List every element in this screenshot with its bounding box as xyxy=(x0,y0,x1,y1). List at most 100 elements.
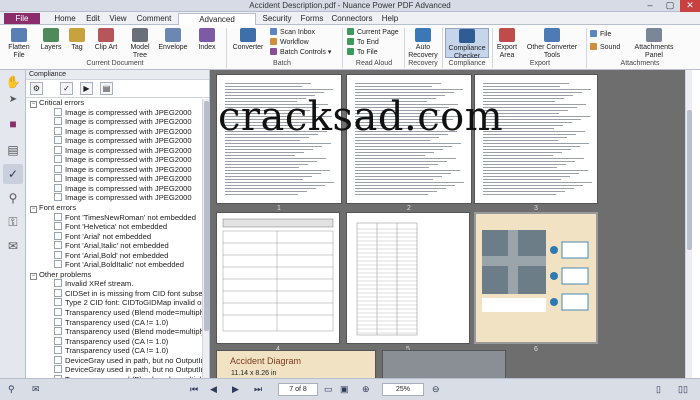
tab-forms[interactable]: Forms xyxy=(298,13,326,25)
pages-icon[interactable]: ▤ xyxy=(3,140,23,160)
accident-report-form xyxy=(222,218,334,332)
attach-file-button[interactable]: File xyxy=(590,30,611,39)
two-page-view-icon[interactable]: ▯▯ xyxy=(678,384,688,395)
batch-controls-button[interactable]: Batch Controls ▾ xyxy=(270,48,331,57)
tree-item[interactable]: Font 'Arial,Italic' not embedded xyxy=(26,241,209,251)
layers-button[interactable]: Layers xyxy=(38,28,64,52)
first-page-icon[interactable]: ⏮ xyxy=(190,384,198,395)
signature-icon[interactable]: ✉ xyxy=(3,236,23,256)
page-thumbnail[interactable] xyxy=(216,212,340,344)
single-page-view-icon[interactable]: ▯ xyxy=(656,384,661,395)
tree-item[interactable]: Image is compressed with JPEG2000 xyxy=(26,117,209,127)
tab-comment[interactable]: Comment xyxy=(134,13,174,25)
zoom-field[interactable]: 25% xyxy=(382,383,424,396)
maximize-button[interactable]: ▢ xyxy=(660,0,680,12)
flatten-file-button[interactable]: Flatten File xyxy=(6,28,32,60)
tree-item[interactable]: DeviceGray used in path, but no OutputIn… xyxy=(26,355,209,366)
tree-item[interactable]: Transparency used (CA != 1.0) xyxy=(26,346,209,356)
page-number: 3 xyxy=(534,205,538,212)
attachments-panel-button[interactable]: Attachments Panel xyxy=(632,28,676,60)
fit-width-icon[interactable]: ▣ xyxy=(340,384,349,395)
page-thumbnail-selected[interactable] xyxy=(474,212,598,344)
check-icon[interactable]: ✓ xyxy=(60,82,73,95)
tree-item[interactable]: Image is compressed with JPEG2000 xyxy=(26,183,209,194)
tree-item[interactable]: Image is compressed with JPEG2000 xyxy=(26,107,209,118)
panel-scroll-thumb[interactable] xyxy=(204,101,209,331)
compliance-check-icon[interactable]: ✓ xyxy=(3,164,23,184)
workspace-scrollbar[interactable] xyxy=(685,70,692,378)
tree-item[interactable]: Image is compressed with JPEG2000 xyxy=(26,164,209,175)
tree-item[interactable]: Image is compressed with JPEG2000 xyxy=(26,126,209,137)
workspace-scroll-thumb[interactable] xyxy=(687,110,692,250)
read-current-page-button[interactable]: Current Page xyxy=(347,28,399,37)
workflow-button[interactable]: Workflow xyxy=(270,38,309,47)
page-thumbnail[interactable] xyxy=(346,212,470,344)
tree-group[interactable]: − Other problems xyxy=(26,270,209,280)
attachment-status-icon[interactable]: ⚲ xyxy=(8,384,15,395)
index-button[interactable]: Index xyxy=(196,28,218,52)
tab-home[interactable]: Home xyxy=(52,13,78,25)
tab-security[interactable]: Security xyxy=(260,13,294,25)
minimize-button[interactable]: – xyxy=(640,0,660,12)
fit-page-icon[interactable]: ▭ xyxy=(324,384,333,395)
converter-button[interactable]: Converter xyxy=(230,28,266,52)
wrench-icon[interactable]: ⚙ xyxy=(30,82,43,95)
tab-view[interactable]: View xyxy=(106,13,130,25)
tab-help[interactable]: Help xyxy=(378,13,402,25)
hand-tool-icon[interactable]: ✋ xyxy=(3,72,23,92)
tree-item[interactable]: DeviceGray used in path, but no OutputIn… xyxy=(26,365,209,375)
stamp-icon[interactable]: ⚲ xyxy=(3,188,23,208)
report-icon[interactable]: ▤ xyxy=(100,82,113,95)
tree-group[interactable]: − Critical errors xyxy=(26,98,209,108)
attachments-icon[interactable]: ⚿ xyxy=(3,212,23,232)
export-area-button[interactable]: Export Area xyxy=(495,28,519,60)
tree-item[interactable]: Font 'Helvetica' not embedded xyxy=(26,222,209,232)
tab-advanced-processing[interactable]: Advanced Processing xyxy=(178,13,256,35)
tree-item[interactable]: Font 'Arial' not embedded xyxy=(26,231,209,242)
comment-icon[interactable]: ✉ xyxy=(32,384,40,395)
scan-inbox-button[interactable]: Scan Inbox xyxy=(270,28,315,37)
select-arrow-icon[interactable]: ➤ xyxy=(3,90,23,110)
tree-item[interactable]: Font 'TimesNewRoman' not embedded xyxy=(26,212,209,223)
bookmark-icon[interactable]: ■ xyxy=(3,114,23,134)
play-icon[interactable]: ▶ xyxy=(80,82,93,95)
compliance-checker-button[interactable]: Compliance Checker xyxy=(445,28,489,60)
tree-item[interactable]: Font 'Arial,BoldItalic' not embedded xyxy=(26,260,209,270)
page-thumbnail[interactable] xyxy=(382,350,506,378)
clip-art-button[interactable]: Clip Art xyxy=(92,28,120,52)
panel-scrollbar[interactable] xyxy=(202,99,209,378)
other-converter-tools-button[interactable]: Other Converter Tools xyxy=(524,28,580,60)
last-page-icon[interactable]: ⏭ xyxy=(254,384,262,395)
zoom-in-icon[interactable]: ⊕ xyxy=(362,384,370,395)
model-tree-button[interactable]: Model Tree xyxy=(126,28,154,60)
tree-item[interactable]: Image is compressed with JPEG2000 xyxy=(26,145,209,156)
tag-button[interactable]: Tag xyxy=(66,28,88,52)
tree-item[interactable]: Transparency used (Blend mode=multiply xyxy=(26,308,209,318)
read-to-file-button[interactable]: To File xyxy=(347,48,378,57)
tab-connectors[interactable]: Connectors xyxy=(330,13,374,25)
page-number-field[interactable]: 7 of 8 xyxy=(278,383,318,396)
zoom-out-icon[interactable]: ⊖ xyxy=(432,384,440,395)
tree-item[interactable]: Font 'Arial,Bold' not embedded xyxy=(26,250,209,261)
tab-edit[interactable]: Edit xyxy=(82,13,104,25)
tree-group[interactable]: − Font errors xyxy=(26,203,209,214)
prev-page-icon[interactable]: ◀ xyxy=(210,384,217,395)
tree-item[interactable]: CIDSet in is missing from CID font subse… xyxy=(26,288,209,299)
auto-recovery-button[interactable]: Auto Recovery xyxy=(408,28,438,60)
tree-item[interactable]: Image is compressed with JPEG2000 xyxy=(26,136,209,146)
tree-item[interactable]: Image is compressed with JPEG2000 xyxy=(26,174,209,184)
next-page-icon[interactable]: ▶ xyxy=(232,384,239,395)
tree-item[interactable]: Transparency used (Blend mode=multiply xyxy=(26,327,209,337)
file-menu[interactable]: File xyxy=(4,13,40,24)
read-to-end-button[interactable]: To End xyxy=(347,38,379,47)
tree-item[interactable]: Transparency used (CA != 1.0) xyxy=(26,336,209,347)
close-button[interactable]: ✕ xyxy=(680,0,700,12)
tree-item[interactable]: Type 2 CID font: CIDToGIDMap invalid or … xyxy=(26,298,209,308)
issue-icon xyxy=(54,126,62,135)
tree-item[interactable]: Invalid XRef stream. xyxy=(26,279,209,289)
tree-item[interactable]: Image is compressed with JPEG2000 xyxy=(26,193,209,203)
tree-item[interactable]: Image is compressed with JPEG2000 xyxy=(26,155,209,165)
envelope-button[interactable]: Envelope xyxy=(156,28,190,52)
tree-item[interactable]: Transparency used (CA != 1.0) xyxy=(26,317,209,328)
attach-sound-button[interactable]: Sound xyxy=(590,43,620,52)
